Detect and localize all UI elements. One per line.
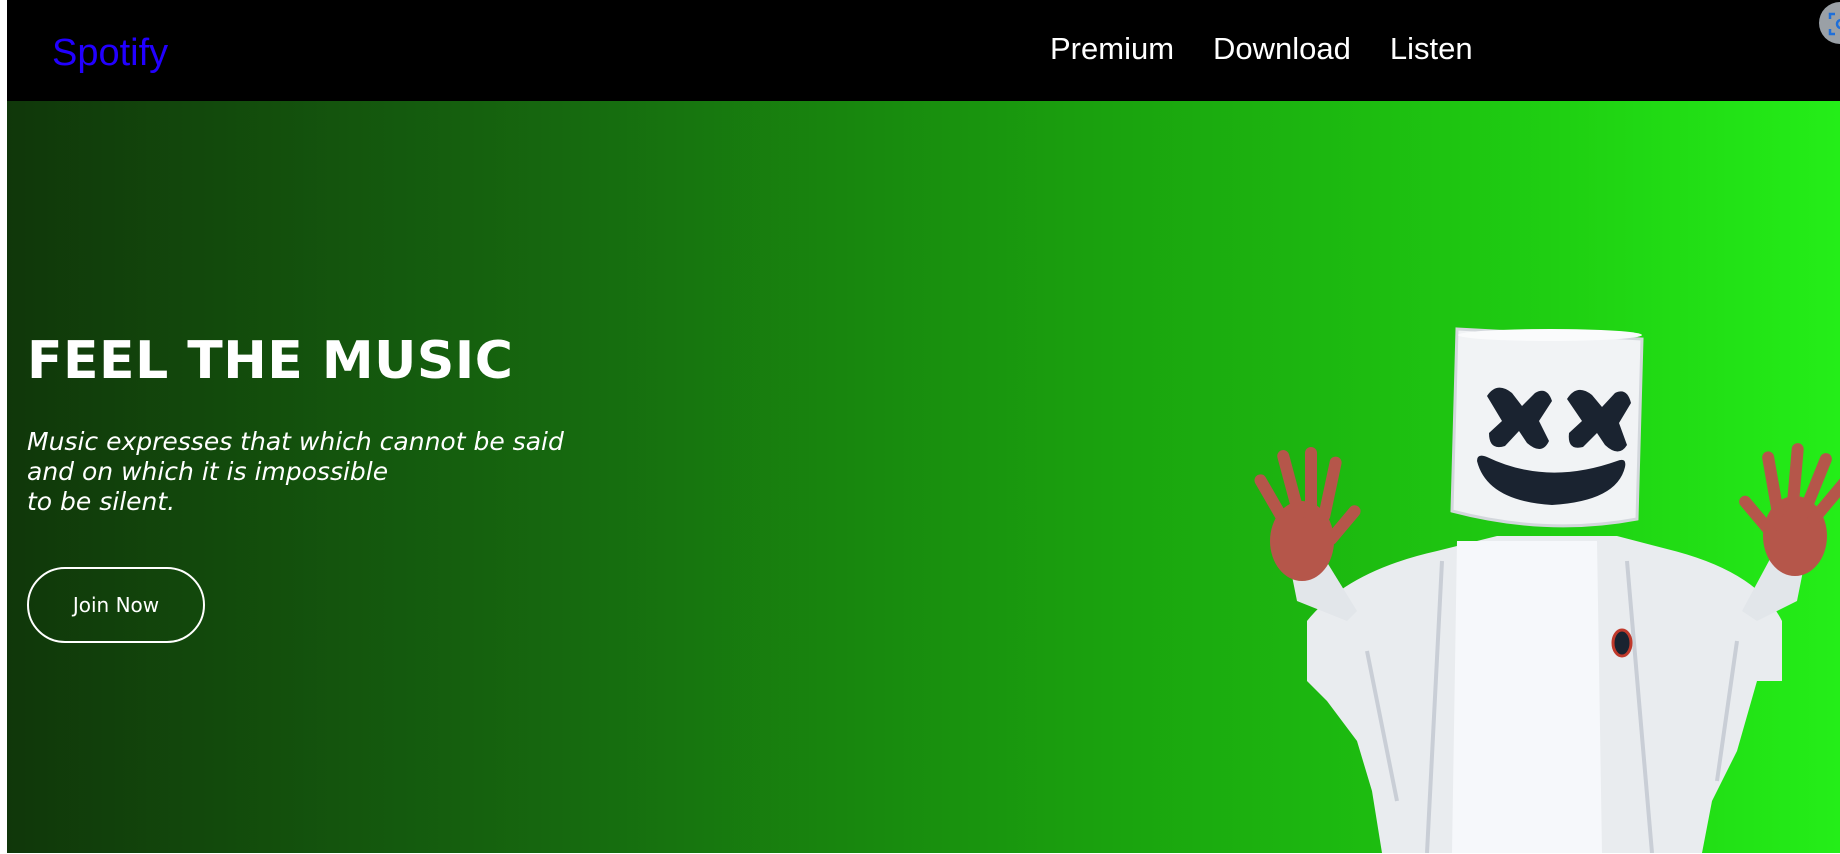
nav-link-listen[interactable]: Listen <box>1390 29 1473 69</box>
hero-section: FEEL THE MUSIC Music expresses that whic… <box>7 101 1840 853</box>
nav-link-download[interactable]: Download <box>1213 29 1351 69</box>
capture-glyph-icon <box>1828 12 1840 36</box>
quote-line: to be silent. <box>27 487 176 516</box>
top-navbar: Spotify Premium Download Listen <box>7 0 1840 101</box>
hero-quote: Music expresses that which cannot be sai… <box>27 427 627 517</box>
shirt-shape <box>1452 541 1602 853</box>
jacket-patch <box>1611 628 1633 658</box>
hero-headline: FEEL THE MUSIC <box>27 331 514 391</box>
quote-line: and on which it is impossible <box>27 457 389 486</box>
page-frame: Spotify Premium Download Listen FEEL THE… <box>7 0 1840 853</box>
right-hand <box>1739 443 1840 576</box>
quote-line: Music expresses that which cannot be sai… <box>27 427 564 456</box>
hero-artist-image <box>1254 327 1840 853</box>
join-now-button[interactable]: Join Now <box>27 567 205 643</box>
brand-logo[interactable]: Spotify <box>52 30 168 76</box>
nav-links: Premium Download Listen <box>1050 29 1473 69</box>
nav-link-premium[interactable]: Premium <box>1050 29 1174 69</box>
marshmello-helmet <box>1450 327 1644 528</box>
left-hand <box>1254 447 1361 581</box>
